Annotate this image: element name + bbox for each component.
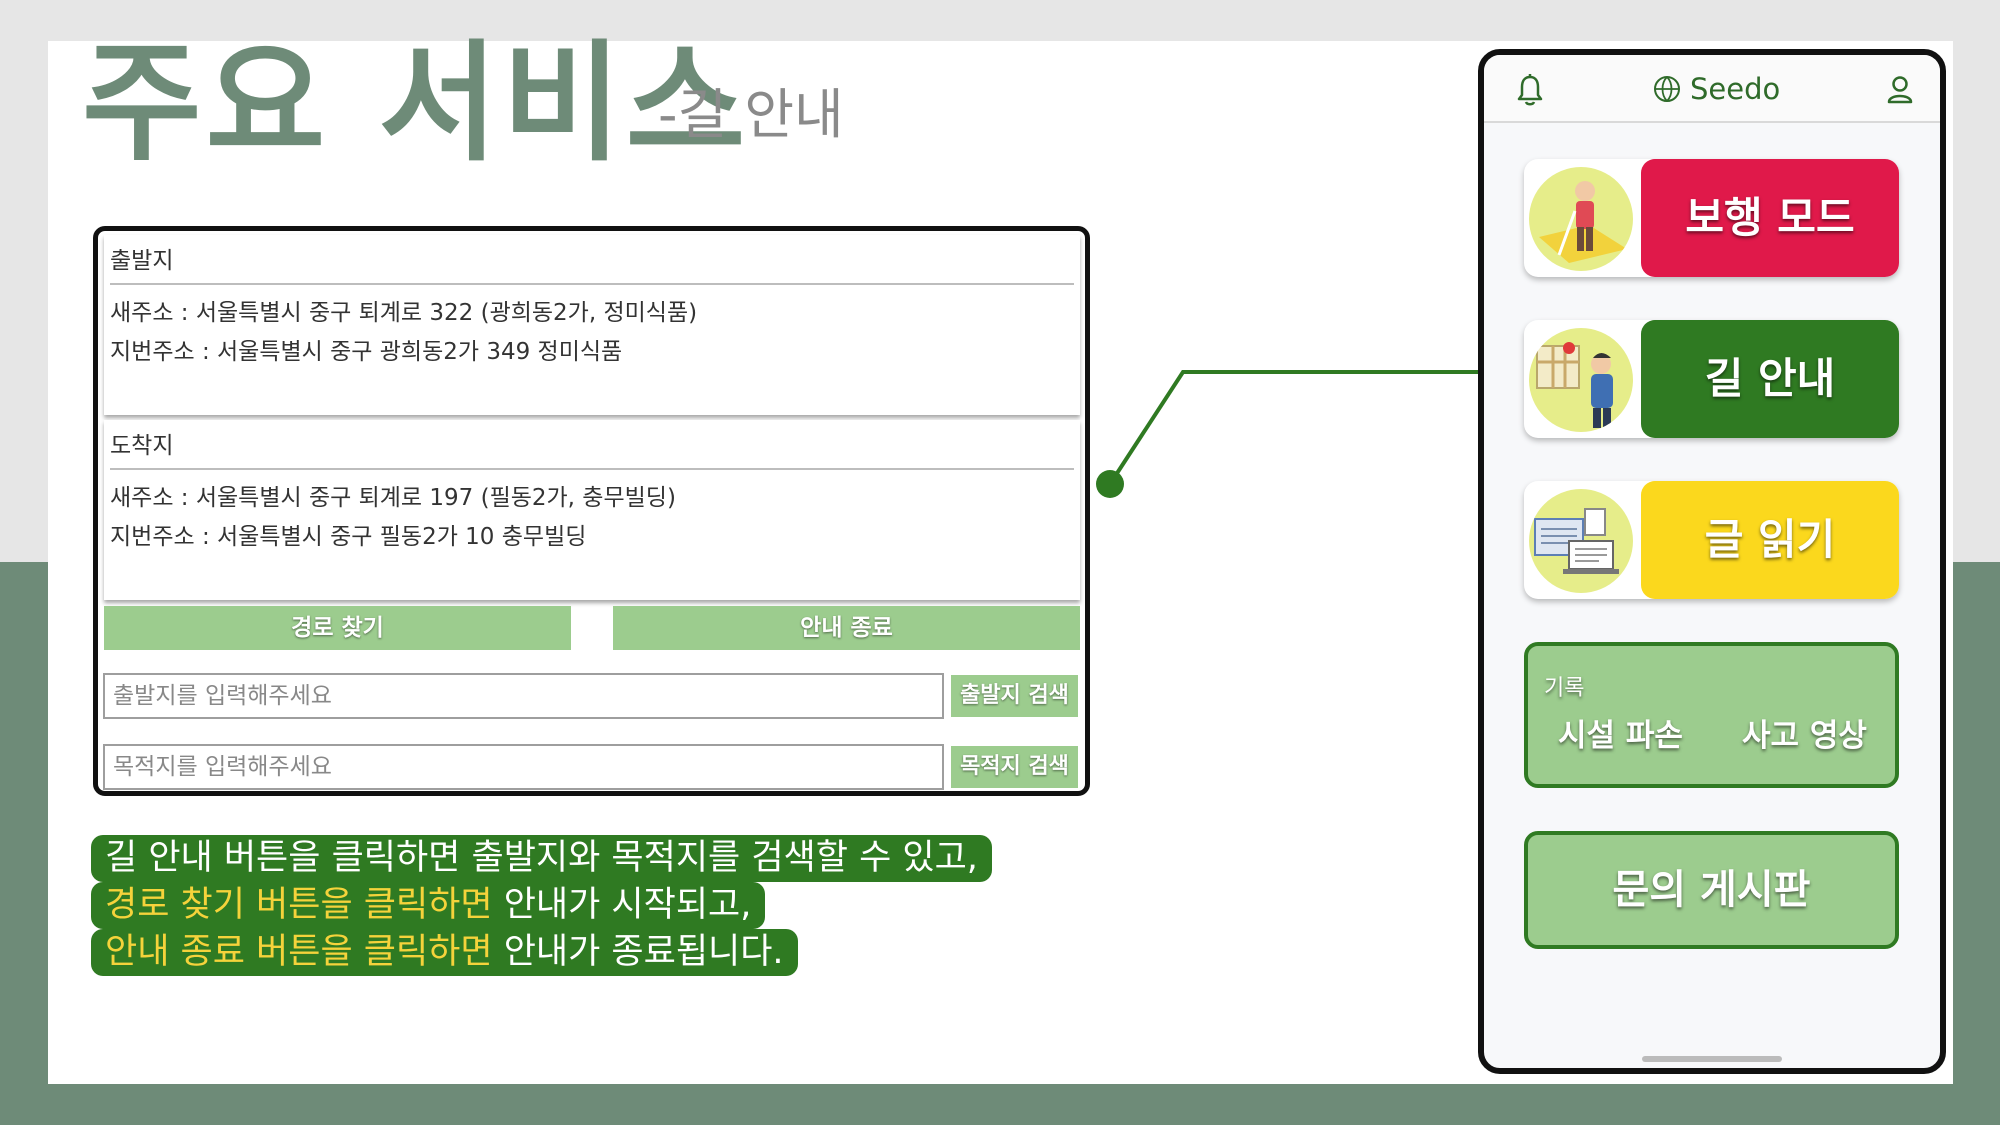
origin-road-address: 새주소 : 서울특별시 중구 퇴계로 322 (광희동2가, 정미식품) [110,300,698,326]
destination-search-button[interactable]: 목적지 검색 [951,746,1078,788]
divider [110,283,1074,285]
menu-label: 보행 모드 [1641,159,1899,277]
brand-name: Seedo [1690,72,1781,106]
user-icon[interactable] [1884,73,1916,107]
description-caption: 길 안내 버튼을 클릭하면 출발지와 목적지를 검색할 수 있고, 경로 찾기 … [91,835,992,976]
bell-icon[interactable] [1514,73,1546,107]
app-header: Seedo [1484,55,1940,123]
route-guide-panel: 출발지 새주소 : 서울특별시 중구 퇴계로 322 (광희동2가, 정미식품)… [93,226,1090,796]
destination-address-card: 도착지 새주소 : 서울특별시 중구 퇴계로 197 (필동2가, 충무빌딩) … [104,420,1080,600]
document-reading-illustration [1529,489,1633,593]
divider [110,468,1074,470]
origin-address-card: 출발지 새주소 : 서울특별시 중구 퇴계로 322 (광희동2가, 정미식품)… [104,235,1080,415]
record-title: 기록 [1544,676,1585,701]
map-guide-illustration [1529,328,1633,432]
app-logo: Seedo [1652,71,1780,107]
record-accident-video-button[interactable]: 사고 영상 [1742,710,1867,755]
origin-heading: 출발지 [110,248,174,274]
menu-label: 길 안내 [1641,320,1899,438]
caption-line: 안내 종료 버튼을 클릭하면 안내가 종료됩니다. [91,929,798,976]
walking-cane-illustration [1529,167,1633,271]
inquiry-board-button[interactable]: 문의 게시판 [1524,831,1899,949]
record-box: 기록 시설 파손 사고 영상 [1524,642,1899,788]
menu-card-text-reading[interactable]: 글 읽기 [1524,481,1899,599]
destination-heading: 도착지 [110,433,174,459]
slide-subtitle: -길 안내 [658,83,844,146]
record-facility-damage-button[interactable]: 시설 파손 [1558,710,1683,755]
end-guide-button[interactable]: 안내 종료 [613,606,1080,650]
destination-search-input[interactable] [103,744,944,790]
phone-mockup: Seedo 보행 모드 길 안내 글 읽기 기록 시설 파손 사고 영상 문의 … [1478,49,1946,1074]
destination-road-address: 새주소 : 서울특별시 중구 퇴계로 197 (필동2가, 충무빌딩) [110,485,676,511]
destination-lot-address: 지번주소 : 서울특별시 중구 필동2가 10 충무빌딩 [110,524,587,550]
origin-lot-address: 지번주소 : 서울특별시 중구 광희동2가 349 정미식품 [110,339,623,365]
caption-line: 길 안내 버튼을 클릭하면 출발지와 목적지를 검색할 수 있고, [91,835,992,882]
home-indicator [1642,1056,1782,1062]
slide-title: 주요 서비스 [82,27,750,179]
caption-line: 경로 찾기 버튼을 클릭하면 안내가 시작되고, [91,882,766,929]
origin-search-input[interactable] [103,673,944,719]
find-route-button[interactable]: 경로 찾기 [104,606,571,650]
globe-icon [1654,76,1680,102]
menu-label: 글 읽기 [1641,481,1899,599]
menu-card-route-guide[interactable]: 길 안내 [1524,320,1899,438]
origin-search-button[interactable]: 출발지 검색 [951,675,1078,717]
menu-card-walking-mode[interactable]: 보행 모드 [1524,159,1899,277]
